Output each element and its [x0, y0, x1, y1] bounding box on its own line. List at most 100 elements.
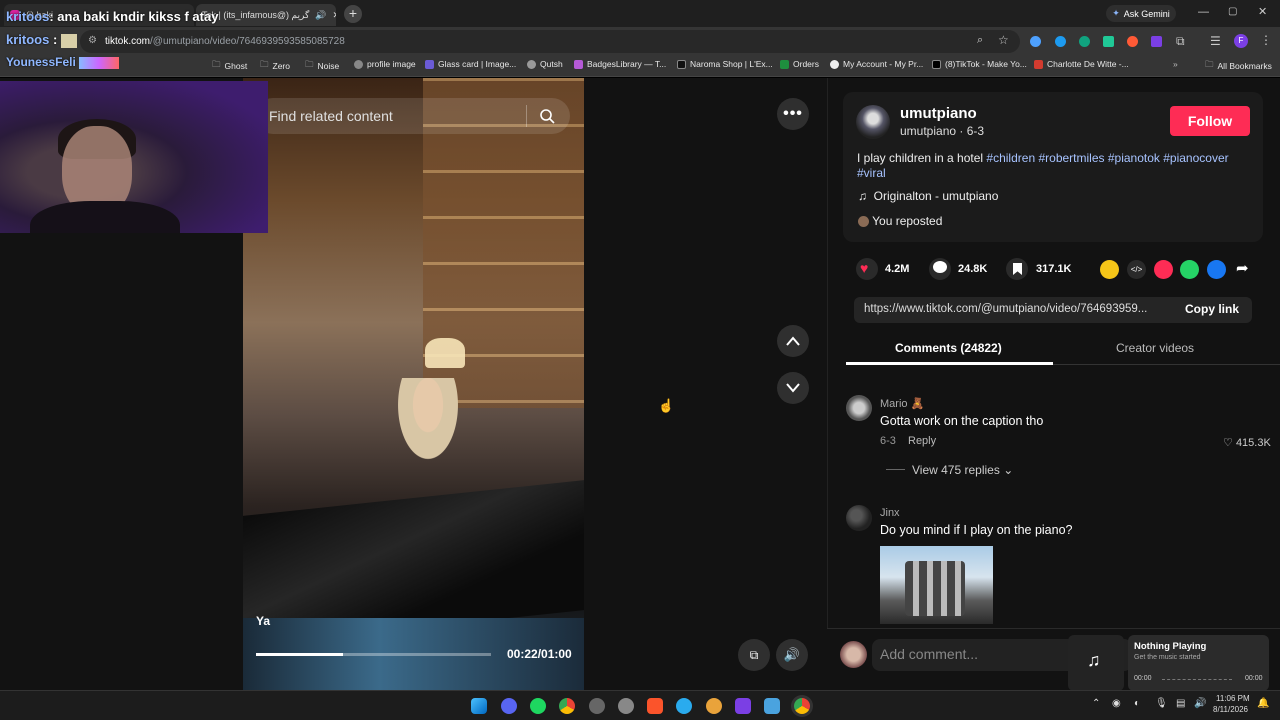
volume-tray-icon[interactable]: 🔊: [1194, 698, 1206, 709]
hashtag-link[interactable]: #viral: [857, 166, 886, 180]
bookmark-item[interactable]: Charlotte De Witte -...: [1034, 59, 1129, 69]
discord-icon[interactable]: [501, 698, 517, 714]
microphone-icon[interactable]: 🎙: [1155, 698, 1168, 709]
search-icon[interactable]: [539, 108, 555, 124]
favorite-button[interactable]: [1006, 258, 1028, 280]
video-progress-track[interactable]: [256, 653, 491, 656]
commenter-avatar[interactable]: [846, 505, 872, 531]
all-bookmarks[interactable]: 🗀 All Bookmarks: [1205, 59, 1272, 73]
bookmark-item[interactable]: Orders: [780, 59, 819, 69]
media-seek-bar[interactable]: [1162, 679, 1232, 681]
orders-icon: [780, 59, 789, 69]
copy-link-button[interactable]: Copy link: [1185, 302, 1239, 316]
hashtag-link[interactable]: #pianotok: [1108, 151, 1160, 165]
globe-icon: [527, 59, 536, 69]
chrome-active-icon[interactable]: [794, 698, 810, 714]
hashtag-link[interactable]: #children: [986, 151, 1035, 165]
telegram-icon[interactable]: [676, 698, 692, 714]
share-repost-icon[interactable]: [1100, 260, 1119, 279]
extension-icon[interactable]: [1127, 36, 1138, 47]
app-icon[interactable]: [764, 698, 780, 714]
reply-button[interactable]: Reply: [908, 435, 936, 447]
tray-chevron-icon[interactable]: ⌃: [1092, 698, 1100, 709]
bookmark-item[interactable]: Glass card | Image...: [425, 59, 516, 69]
extension-icon[interactable]: [1103, 36, 1114, 47]
extension-icon[interactable]: [1030, 36, 1041, 47]
share-arrow-icon[interactable]: ➦: [1236, 259, 1249, 277]
bookmark-item[interactable]: 🗀 Zero: [260, 59, 290, 73]
facebook-icon[interactable]: [1207, 260, 1226, 279]
bookmark-item[interactable]: (8)TikTok - Make Yo...: [932, 59, 1027, 69]
app-icon[interactable]: [618, 698, 634, 714]
video-player[interactable]: Ya 00:22/01:00: [243, 78, 584, 690]
next-video-button[interactable]: [777, 372, 809, 404]
author-avatar[interactable]: [856, 105, 890, 139]
new-tab-button[interactable]: +: [344, 5, 362, 23]
extension-icon[interactable]: [1055, 36, 1066, 47]
bookmark-item[interactable]: 🗀 Ghost: [212, 59, 247, 73]
follow-button[interactable]: Follow: [1170, 106, 1250, 136]
network-icon[interactable]: ▤: [1176, 698, 1185, 709]
comment-username[interactable]: Mario 🧸: [880, 397, 924, 410]
account-icon: [830, 59, 839, 69]
spotify-icon[interactable]: [530, 698, 546, 714]
author-name[interactable]: umutpiano: [900, 105, 977, 122]
profile-avatar[interactable]: F: [1234, 34, 1248, 48]
bookmark-item[interactable]: profile image: [354, 59, 416, 69]
picture-in-picture-button[interactable]: ⧉: [738, 639, 770, 671]
embed-code-icon[interactable]: </>: [1127, 260, 1146, 279]
tab-comments[interactable]: Comments (24822): [895, 341, 1002, 355]
comment-button[interactable]: [929, 258, 951, 280]
zoom-icon[interactable]: ⌕: [977, 34, 983, 47]
start-icon[interactable]: [471, 698, 487, 714]
chrome-icon[interactable]: [559, 698, 575, 714]
ask-gemini-button[interactable]: ✦ Ask Gemini: [1106, 5, 1176, 22]
url-bar[interactable]: ⚙ tiktok.com/@umutpiano/video/7646939593…: [80, 30, 1020, 53]
maximize-button[interactable]: ▢: [1228, 6, 1237, 17]
tab-creator-videos[interactable]: Creator videos: [1116, 341, 1194, 355]
commenter-avatar[interactable]: [846, 395, 872, 421]
send-to-friends-icon[interactable]: [1154, 260, 1173, 279]
more-options-button[interactable]: •••: [777, 98, 809, 130]
minimize-button[interactable]: —: [1198, 6, 1209, 18]
hashtag-link[interactable]: #pianocover: [1163, 151, 1228, 165]
more-bookmarks-icon[interactable]: »: [1173, 59, 1178, 69]
extension-icon[interactable]: [1079, 36, 1090, 47]
view-replies-button[interactable]: View 475 replies ⌄: [912, 463, 1013, 477]
comment-gif-image[interactable]: [880, 546, 993, 624]
brave-icon[interactable]: [647, 698, 663, 714]
reading-list-icon[interactable]: ☰: [1210, 34, 1221, 48]
comment-like[interactable]: ♡ 415.3K: [1223, 436, 1271, 449]
clock-date[interactable]: 8/11/2026: [1213, 705, 1248, 714]
whatsapp-icon[interactable]: [1180, 260, 1199, 279]
extension-icon[interactable]: [1151, 36, 1162, 47]
comment-username[interactable]: Jinx: [880, 507, 900, 519]
tray-app-icon[interactable]: ◐: [1134, 698, 1140, 709]
notifications-icon[interactable]: 🔔: [1257, 698, 1269, 709]
search-input[interactable]: Find related content: [269, 108, 393, 124]
clock-time[interactable]: 11:06 PM: [1216, 694, 1250, 703]
previous-video-button[interactable]: [777, 325, 809, 357]
media-widget-art[interactable]: ♫: [1068, 635, 1124, 691]
app-icon[interactable]: [735, 698, 751, 714]
bookmark-item[interactable]: Naroma Shop | L'Ex...: [677, 59, 773, 69]
site-info-icon[interactable]: ⚙: [88, 35, 97, 46]
music-row[interactable]: ♫ Originalton - umutpiano: [858, 189, 998, 203]
tray-discord-icon[interactable]: ◉: [1112, 698, 1121, 709]
bookmark-item[interactable]: Qutsh: [527, 59, 563, 69]
close-icon[interactable]: ✕: [332, 10, 336, 21]
bookmark-item[interactable]: 🗀 Noise: [305, 59, 339, 73]
bookmark-star-icon[interactable]: ☆: [998, 33, 1009, 47]
app-icon[interactable]: [706, 698, 722, 714]
bookmark-item[interactable]: BadgesLibrary — T...: [574, 59, 666, 69]
like-button[interactable]: ♥: [856, 258, 878, 280]
video-link[interactable]: https://www.tiktok.com/@umutpiano/video/…: [864, 303, 1147, 315]
volume-button[interactable]: 🔊: [776, 639, 808, 671]
close-window-button[interactable]: ✕: [1258, 5, 1267, 18]
extensions-puzzle-icon[interactable]: ⧉: [1176, 34, 1185, 49]
related-search-bar[interactable]: Find related content: [255, 98, 570, 134]
menu-kebab-icon[interactable]: ⋮: [1260, 33, 1272, 47]
bookmark-item[interactable]: My Account - My Pr...: [830, 59, 923, 69]
app-icon[interactable]: [589, 698, 605, 714]
hashtag-link[interactable]: #robertmiles: [1038, 151, 1104, 165]
